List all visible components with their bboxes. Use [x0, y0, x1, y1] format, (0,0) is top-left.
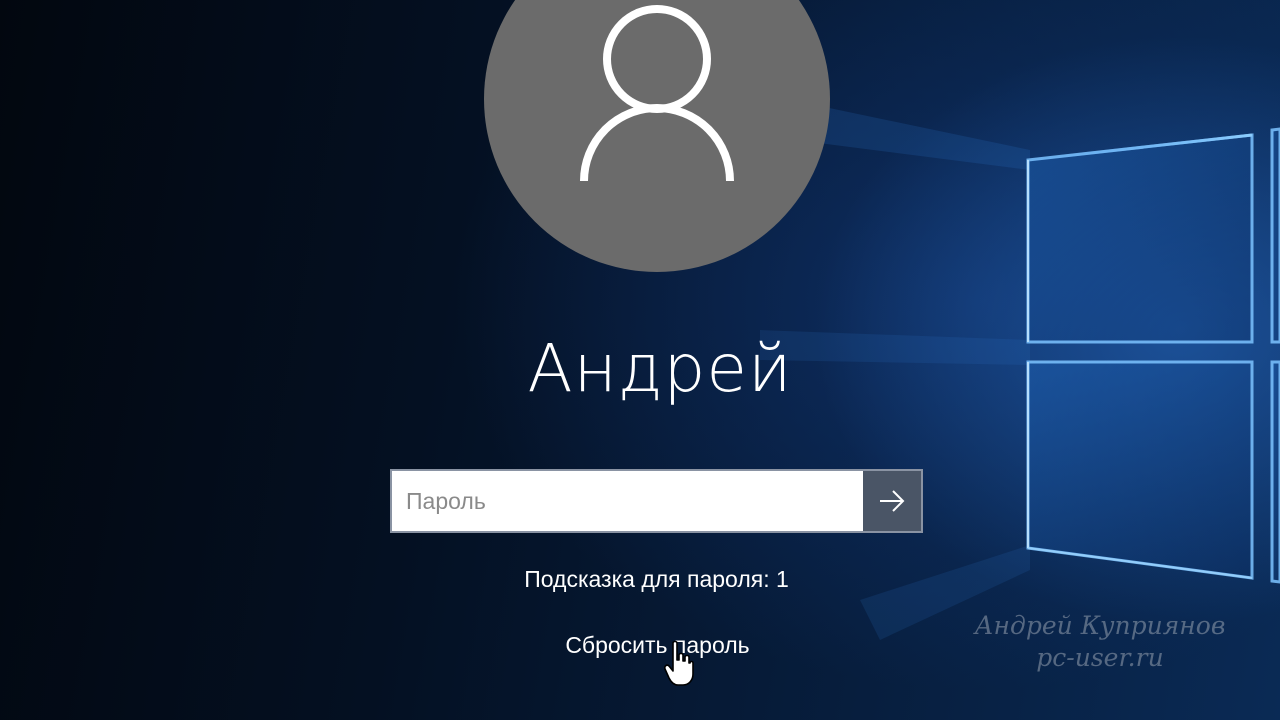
- reset-password-link[interactable]: Сбросить пароль: [470, 632, 845, 659]
- hand-pointer-icon: [664, 640, 694, 686]
- password-input[interactable]: [392, 471, 863, 531]
- watermark-site: pc-user.ru: [1036, 643, 1164, 672]
- submit-button[interactable]: [863, 471, 921, 531]
- user-avatar: [484, 0, 830, 272]
- user-silhouette-icon: [580, 5, 734, 182]
- user-name: Андрей: [527, 330, 793, 407]
- watermark-author: Андрей Куприянов: [974, 611, 1226, 640]
- arrow-right-icon: [880, 490, 905, 512]
- password-hint: Подсказка для пароля: 1: [524, 566, 789, 592]
- watermark: Андрей Куприянов pc-user.ru: [960, 610, 1240, 674]
- lock-screen: Андрей Подсказка для пароля: 1 Сбросить …: [0, 0, 1280, 720]
- password-box: [390, 469, 923, 533]
